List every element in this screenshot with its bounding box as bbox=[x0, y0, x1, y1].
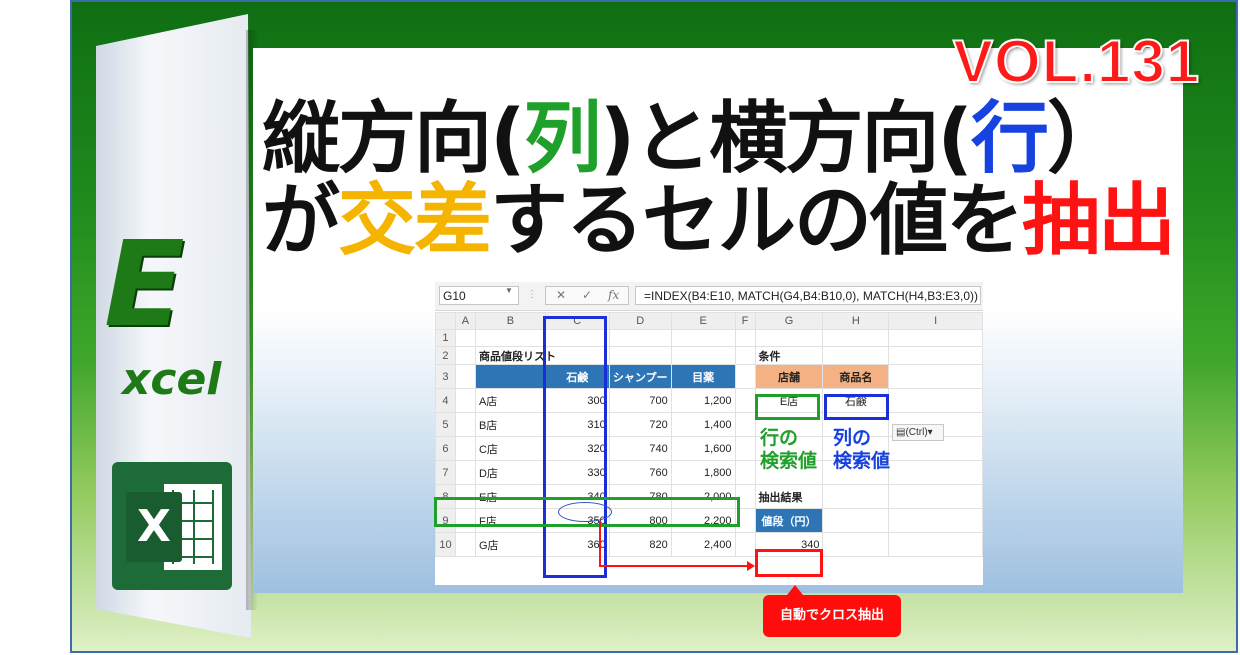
table-row: 10 G店 360 820 2,400 340 bbox=[435, 532, 983, 557]
store-cell[interactable]: C店 bbox=[474, 436, 546, 461]
title-2-part-1: が bbox=[262, 176, 340, 266]
column-header-a[interactable]: A bbox=[454, 312, 476, 330]
store-cell[interactable]: D店 bbox=[474, 460, 546, 485]
column-header-g[interactable]: G bbox=[754, 312, 824, 330]
auto-extract-callout: 自動でクロス抽出 bbox=[763, 585, 901, 637]
row-header[interactable]: 2 bbox=[435, 346, 456, 365]
column-header-h[interactable]: H bbox=[822, 312, 890, 330]
table-row: 7 D店 330 760 1,800 bbox=[435, 460, 983, 485]
value-cell[interactable]: 1,400 bbox=[670, 412, 736, 437]
value-cell[interactable]: 1,800 bbox=[670, 460, 736, 485]
title-2-intersect-word: 交差 bbox=[338, 176, 492, 266]
volume-badge: VOL.131 bbox=[952, 28, 1201, 95]
conditions-label[interactable]: 条件 bbox=[754, 346, 824, 365]
title-1-part-3: )と横方向( bbox=[599, 94, 973, 184]
column-lookup-label-1: 列の bbox=[833, 427, 872, 449]
row-header[interactable]: 5 bbox=[435, 412, 456, 437]
arrow-line-vertical bbox=[599, 521, 601, 567]
arrow-line-horizontal bbox=[599, 565, 749, 567]
row-header[interactable]: 1 bbox=[435, 329, 456, 347]
column-header-i[interactable]: I bbox=[888, 312, 983, 330]
result-label[interactable]: 抽出結果 bbox=[754, 484, 824, 509]
row-header[interactable]: 6 bbox=[435, 436, 456, 461]
intersection-circle bbox=[558, 502, 612, 522]
paste-options-label: (Ctrl) bbox=[905, 427, 928, 438]
title-2-extract-word: 抽出 bbox=[1022, 176, 1176, 266]
title-1-part-5: ） bbox=[1047, 94, 1125, 184]
excel-app-icon: X bbox=[112, 462, 232, 590]
table-row: 3 石鹸 シャンプー 目薬 店舗 商品名 bbox=[435, 364, 983, 389]
column-header-row: A B C D E F G H I bbox=[435, 312, 983, 330]
value-cell[interactable]: 760 bbox=[608, 460, 672, 485]
row-header[interactable]: 3 bbox=[435, 364, 456, 389]
header-eyedrops[interactable]: 目薬 bbox=[670, 364, 736, 389]
column-header-f[interactable]: F bbox=[734, 312, 756, 330]
title-2-part-3: するセルの値を bbox=[490, 176, 1024, 266]
excel-logo-word: xcel bbox=[122, 354, 222, 405]
row-header[interactable]: 7 bbox=[435, 460, 456, 485]
result-highlight-box bbox=[755, 549, 823, 577]
table-row: 2 商品値段リスト 条件 bbox=[435, 346, 983, 365]
table-row: 4 A店 300 700 1,200 E店 石鹸 bbox=[435, 388, 983, 413]
title-1-part-1: 縦方向( bbox=[262, 94, 526, 184]
column-header-b[interactable]: B bbox=[474, 312, 546, 330]
column-lookup-label-2: 検索値 bbox=[833, 450, 891, 472]
value-cell[interactable]: 720 bbox=[608, 412, 672, 437]
header-store-cell[interactable] bbox=[474, 364, 546, 389]
column-header-d[interactable]: D bbox=[608, 312, 672, 330]
value-cell[interactable]: 1,600 bbox=[670, 436, 736, 461]
title-line-1: 縦方向(列)と横方向(行） bbox=[262, 100, 1125, 178]
cancel-icon[interactable]: ✕ bbox=[556, 288, 566, 302]
formula-buttons: ✕ ✓ fx bbox=[545, 286, 629, 305]
value-cell[interactable]: 2,400 bbox=[670, 532, 736, 557]
value-cell[interactable]: 1,200 bbox=[670, 388, 736, 413]
store-cell[interactable]: A店 bbox=[474, 388, 546, 413]
row-lookup-label-2: 検索値 bbox=[760, 450, 818, 472]
arrow-head-icon bbox=[747, 561, 755, 571]
select-all-corner[interactable] bbox=[435, 312, 456, 330]
excel-icon-x: X bbox=[126, 492, 182, 562]
row-lookup-box bbox=[755, 394, 820, 420]
formula-bar: G10 ▼ ⋮ ✕ ✓ fx =INDEX(B4:E10, MATCH(G4,B… bbox=[435, 282, 983, 311]
column-lookup-box bbox=[824, 394, 889, 420]
column-header-e[interactable]: E bbox=[670, 312, 736, 330]
row-header[interactable]: 4 bbox=[435, 388, 456, 413]
enter-icon[interactable]: ✓ bbox=[582, 288, 592, 302]
store-cell[interactable]: G店 bbox=[474, 532, 546, 557]
formula-input[interactable]: =INDEX(B4:E10, MATCH(G4,B4:B10,0), MATCH… bbox=[635, 286, 981, 305]
store-cell[interactable]: B店 bbox=[474, 412, 546, 437]
excel-logo-letter: E bbox=[104, 215, 185, 353]
table-row: 1 bbox=[435, 329, 983, 347]
chevron-down-icon: ▾ bbox=[927, 427, 933, 438]
value-cell[interactable]: 820 bbox=[608, 532, 672, 557]
row-lookup-label-1: 行の bbox=[760, 427, 799, 449]
title-1-column-word: 列 bbox=[523, 94, 602, 184]
paste-options-button[interactable]: ▤(Ctrl)▾ bbox=[892, 424, 944, 441]
title-line-2: が交差するセルの値を抽出 bbox=[262, 182, 1176, 260]
title-1-row-word: 行 bbox=[970, 94, 1049, 184]
result-header[interactable]: 値段（円） bbox=[754, 508, 824, 533]
separator-icon: ⋮ bbox=[527, 289, 537, 300]
fx-icon[interactable]: fx bbox=[608, 288, 619, 302]
column-highlight-box bbox=[543, 316, 607, 578]
condition-product-header[interactable]: 商品名 bbox=[822, 364, 890, 389]
name-box-dropdown-icon[interactable]: ▼ bbox=[505, 286, 513, 295]
header-shampoo[interactable]: シャンプー bbox=[608, 364, 672, 389]
row-header[interactable]: 10 bbox=[435, 532, 456, 557]
value-cell[interactable]: 740 bbox=[608, 436, 672, 461]
value-cell[interactable]: 700 bbox=[608, 388, 672, 413]
condition-store-header[interactable]: 店舗 bbox=[754, 364, 824, 389]
